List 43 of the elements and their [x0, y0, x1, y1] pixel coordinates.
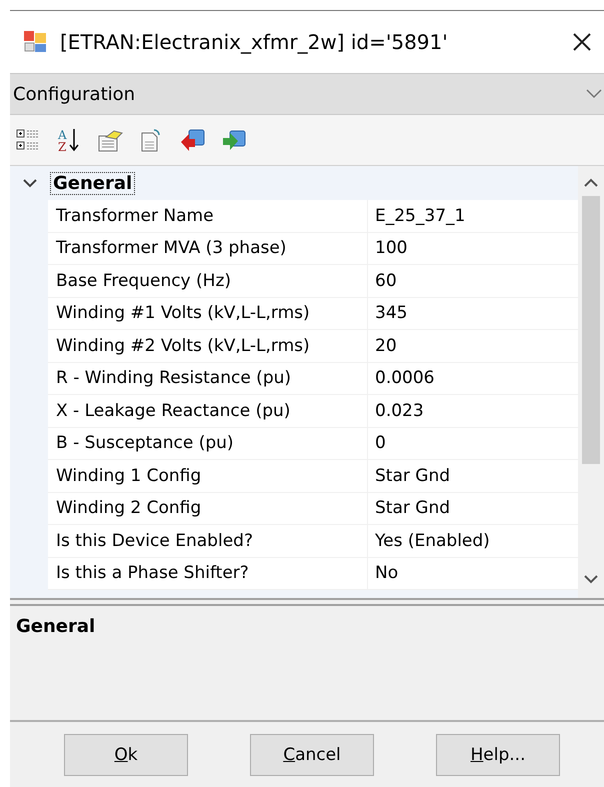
panel-title: Configuration [13, 84, 136, 104]
property-name[interactable]: B - Susceptance (pu) [48, 428, 368, 460]
property-name[interactable]: Is this Device Enabled? [48, 525, 368, 558]
property-value[interactable]: 20 [368, 330, 578, 362]
arrow-right-icon[interactable] [221, 128, 246, 152]
property-value[interactable]: Star Gnd [368, 492, 578, 525]
description-title: General [16, 616, 96, 637]
property-name[interactable]: Winding 2 Config [48, 492, 368, 525]
dialog-button[interactable]: Help... [436, 734, 560, 776]
property-name[interactable]: Winding 1 Config [48, 460, 368, 492]
property-value[interactable]: Star Gnd [368, 460, 578, 492]
arrow-left-icon[interactable] [180, 128, 205, 152]
property-value[interactable]: 0 [368, 428, 578, 460]
app-icon [24, 31, 48, 53]
scroll-down-icon [584, 574, 598, 584]
property-name[interactable]: Transformer Name [48, 200, 368, 232]
categorized-icon[interactable] [16, 128, 41, 152]
chevron-down-icon[interactable] [23, 178, 37, 188]
property-value[interactable]: 60 [368, 265, 578, 298]
property-name[interactable]: Transformer MVA (3 phase) [48, 232, 368, 265]
category-label[interactable]: General [50, 172, 136, 194]
property-value[interactable]: Yes (Enabled) [368, 525, 578, 558]
property-value[interactable]: No [368, 558, 578, 590]
dialog-button[interactable]: Cancel [250, 734, 374, 776]
close-icon[interactable] [572, 32, 592, 52]
property-name[interactable]: Base Frequency (Hz) [48, 265, 368, 298]
window-title: [ETRAN:Electranix_xfmr_2w] id='5891' [60, 30, 449, 54]
property-value[interactable]: 0.023 [368, 395, 578, 428]
scrollbar-thumb[interactable] [582, 196, 600, 464]
property-value[interactable]: 345 [368, 298, 578, 330]
dialog-button[interactable]: Ok [64, 734, 188, 776]
property-name[interactable]: R - Winding Resistance (pu) [48, 362, 368, 395]
property-value[interactable]: E_25_37_1 [368, 200, 578, 232]
property-value[interactable]: 0.0006 [368, 362, 578, 395]
property-name[interactable]: Winding #2 Volts (kV,L-L,rms) [48, 330, 368, 362]
property-name[interactable]: Winding #1 Volts (kV,L-L,rms) [48, 298, 368, 330]
scrollbar[interactable] [578, 166, 604, 598]
property-name[interactable]: Is this a Phase Shifter? [48, 558, 368, 590]
property-name[interactable]: X - Leakage Reactance (pu) [48, 395, 368, 428]
scroll-up-icon [584, 178, 598, 188]
property-value[interactable]: 100 [368, 232, 578, 265]
chevron-down-icon [586, 89, 602, 99]
property-pages-icon[interactable] [98, 128, 123, 152]
